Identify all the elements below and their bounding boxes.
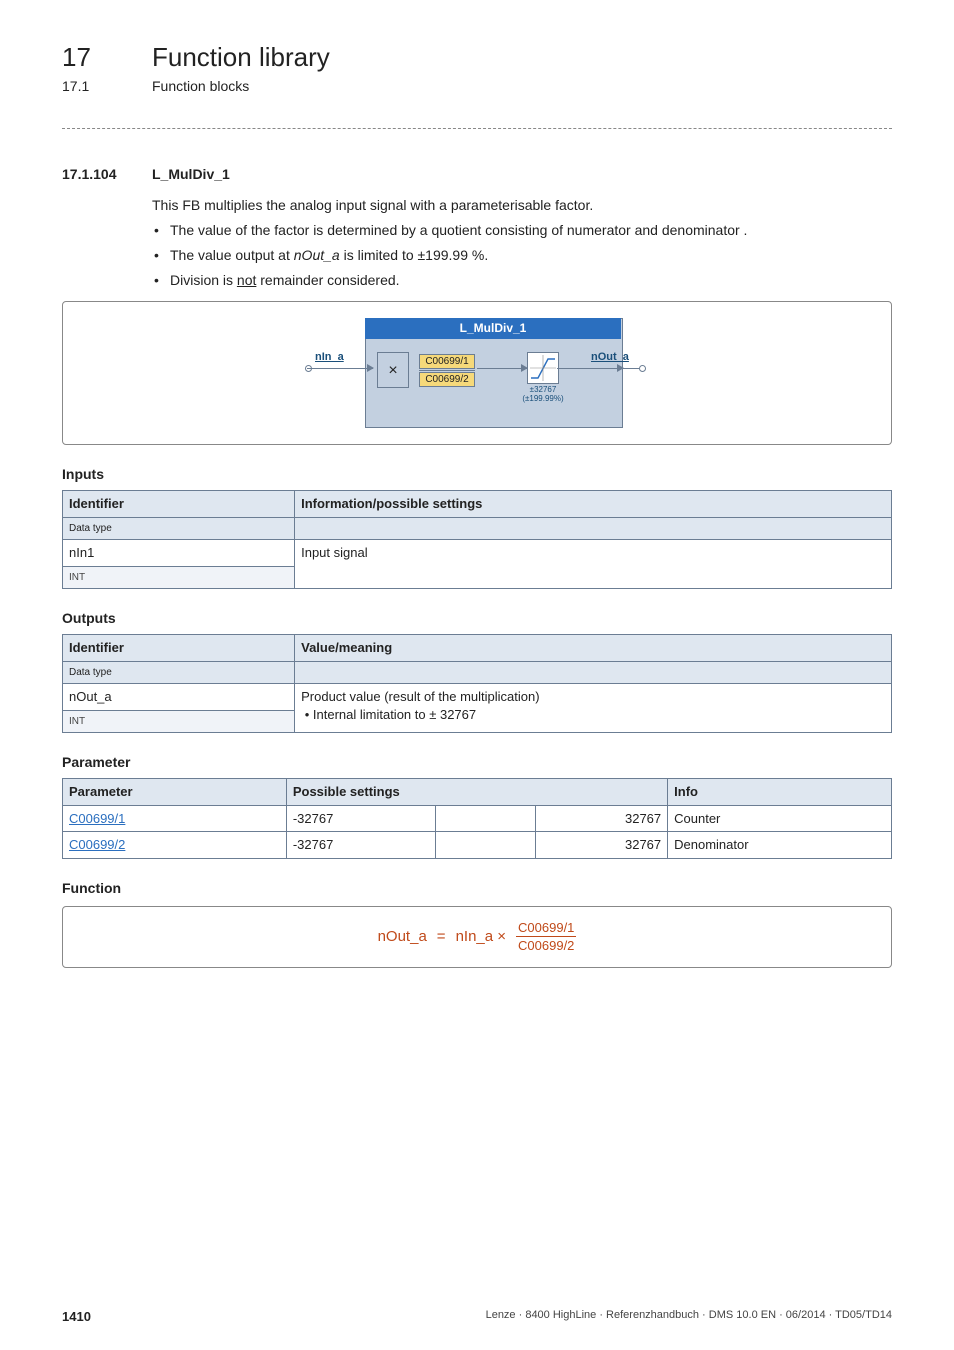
frac-denominator: C00699/2 [419,372,475,387]
inputs-row-info: Input signal [295,540,892,589]
footer-text: Lenze · 8400 HighLine · Referenzhandbuch… [486,1308,892,1326]
port-out-label: nOut_a [591,350,629,365]
bullet-3-pre: Division is [170,272,237,288]
section-number: 17.1 [62,77,122,96]
param-link[interactable]: C00699/1 [69,811,125,826]
outputs-row-info-bullet: Internal limitation to ± 32767 [313,707,476,722]
outputs-row-dtype: INT [63,710,295,733]
param-th-param: Parameter [63,779,287,806]
outputs-table: Identifier Value/meaning Data type nOut_… [62,634,892,733]
table-row: C00699/2 -32767 32767 Denominator [63,832,892,859]
inputs-th-id: Identifier [63,491,295,518]
bullet-2-post: is limited to ±199.99 %. [340,247,489,263]
outputs-heading: Outputs [62,609,892,628]
bullet-3-underline: not [237,272,256,288]
inputs-row-name: nIn1 [63,540,295,567]
param-th-settings: Possible settings [286,779,667,806]
chapter-title: Function library [152,40,330,75]
subsection-number: 17.1.104 [62,165,132,184]
param-hi: 32767 [535,832,668,859]
formula-frac-num: C00699/1 [516,919,576,938]
formula-frac-den: C00699/2 [516,937,576,955]
outputs-th-id: Identifier [63,635,295,662]
outputs-th-info: Value/meaning [295,635,892,662]
formula-lhs: nOut_a [378,927,427,947]
table-row: C00699/1 -32767 32767 Counter [63,805,892,832]
outputs-th-dtype: Data type [63,661,295,684]
param-link[interactable]: C00699/2 [69,837,125,852]
port-in-label: nIn_a [315,350,344,365]
limit-label-2: (±199.99%) [521,395,565,403]
frac-numerator: C00699/1 [419,354,475,369]
inputs-table: Identifier Information/possible settings… [62,490,892,589]
fb-title: L_MulDiv_1 [365,318,621,338]
intro-text: This FB multiplies the analog input sign… [152,196,892,215]
parameter-table: Parameter Possible settings Info C00699/… [62,778,892,859]
bullet-2-pre: The value output at [170,247,294,263]
multiplier-icon: × [377,352,409,388]
param-hi: 32767 [535,805,668,832]
inputs-th-dtype: Data type [63,517,295,540]
inputs-row-dtype: INT [63,566,295,589]
param-lo: -32767 [286,832,435,859]
outputs-row-info: Product value (result of the multiplicat… [295,684,892,733]
param-th-info: Info [668,779,892,806]
bullet-2: The value output at nOut_a is limited to… [168,246,892,265]
param-lo: -32767 [286,805,435,832]
formula-eq: = [437,927,446,947]
section-title: Function blocks [152,77,249,96]
formula-factor: nIn_a × [456,927,506,947]
chapter-number: 17 [62,40,122,75]
outputs-row-info-main: Product value (result of the multiplicat… [301,689,539,704]
function-frame: nOut_a = nIn_a × C00699/1 C00699/2 [62,906,892,968]
bullet-3-post: remainder considered. [256,272,399,288]
diagram-frame: L_MulDiv_1 nIn_a × C00699/1 C00699/2 [62,301,892,445]
outputs-row-name: nOut_a [63,684,295,711]
param-info: Counter [668,805,892,832]
bullet-2-italic: nOut_a [294,247,340,263]
inputs-heading: Inputs [62,465,892,484]
page-number: 1410 [62,1308,91,1326]
bullet-1: The value of the factor is determined by… [168,221,892,240]
subsection-title: L_MulDiv_1 [152,165,230,184]
function-heading: Function [62,879,892,898]
separator-dashed [62,128,892,129]
param-info: Denominator [668,832,892,859]
limiter-icon [527,352,559,384]
parameter-heading: Parameter [62,753,892,772]
bullet-3: Division is not remainder considered. [168,271,892,290]
inputs-th-info: Information/possible settings [295,491,892,518]
